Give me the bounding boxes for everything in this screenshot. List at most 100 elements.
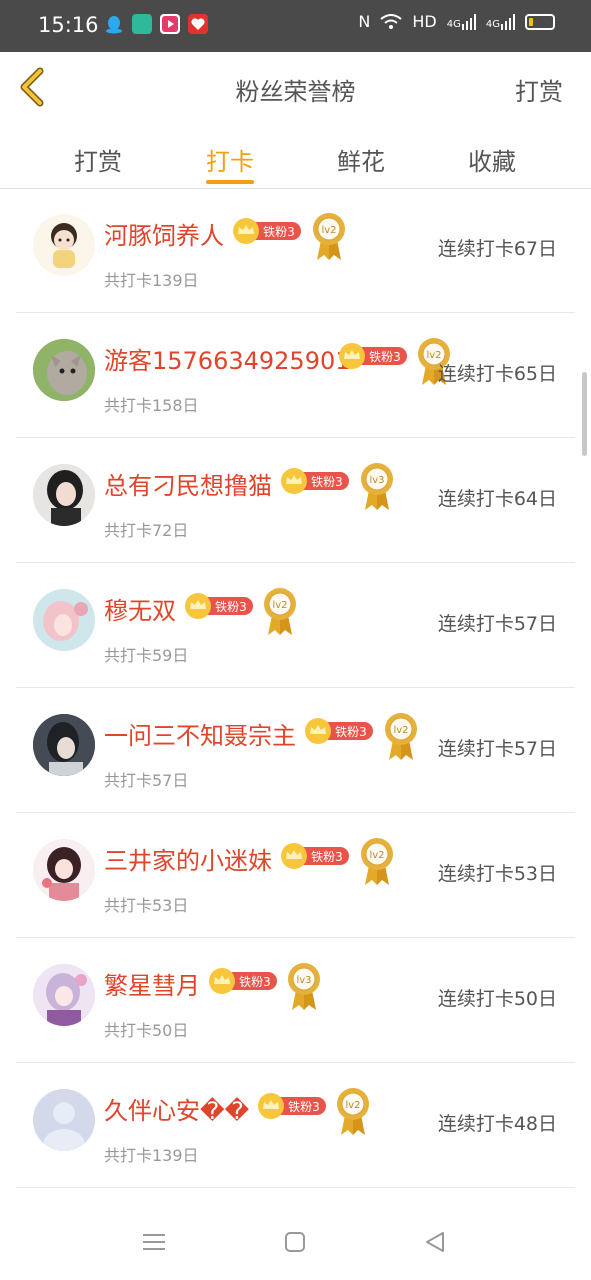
- hd-label: HD: [412, 12, 437, 31]
- fan-name[interactable]: 穆无双: [104, 591, 176, 626]
- fan-badge-label: 铁粉3: [239, 975, 271, 989]
- avatar[interactable]: [33, 964, 95, 1026]
- row-divider: [16, 1187, 575, 1188]
- tab-tip[interactable]: 打赏: [38, 142, 158, 177]
- signal-icon-1: 4G: [447, 13, 476, 30]
- total-checkin: 共打卡53日: [104, 896, 189, 915]
- avatar[interactable]: [33, 214, 95, 276]
- fan-badge-label: 铁粉3: [369, 350, 401, 364]
- fan-badge-icon: 铁粉3: [281, 468, 349, 494]
- list-item[interactable]: 河豚饲养人 铁粉3 lv2 共打卡139日 连续打卡67日: [0, 188, 591, 313]
- fan-badge-icon: 铁粉3: [258, 1093, 326, 1119]
- scrollbar[interactable]: [582, 372, 587, 456]
- level-medal-icon: lv2: [385, 713, 417, 760]
- streak-checkin: 连续打卡53日: [437, 863, 557, 885]
- avatar[interactable]: [33, 589, 95, 651]
- tab-flowers[interactable]: 鲜花: [301, 142, 421, 177]
- fan-badge-label: 铁粉3: [311, 475, 343, 489]
- notification-icons: [104, 14, 208, 34]
- streak-checkin: 连续打卡65日: [437, 363, 557, 385]
- fan-badge-label: 铁粉3: [288, 1100, 320, 1114]
- active-tab-indicator: [206, 180, 254, 184]
- top-nav-bar: 粉丝荣誉榜 打赏: [0, 52, 591, 123]
- status-time: 15:16: [38, 13, 99, 37]
- wifi-icon: [380, 13, 403, 29]
- fan-badge-label: 铁粉3: [215, 600, 247, 614]
- status-indicators: N HD 4G 4G: [358, 12, 555, 31]
- list-item[interactable]: 三井家的小迷妹 铁粉3 lv2 共打卡53日 连续打卡53日: [0, 813, 591, 938]
- default-avatar-icon: [33, 1089, 95, 1151]
- level-label: lv2: [393, 725, 408, 736]
- streak-checkin: 连续打卡67日: [437, 238, 557, 260]
- list-item[interactable]: 久伴心安�� 铁粉3 lv2 共打卡139日 连续打卡48日: [0, 1063, 591, 1188]
- status-bar: 15:16 N HD 4G 4G: [0, 0, 591, 52]
- level-label: lv2: [321, 225, 336, 236]
- fan-name[interactable]: 一问三不知聂宗主: [104, 716, 296, 751]
- fan-badge-icon: 铁粉3: [185, 593, 253, 619]
- list-item[interactable]: 游客1576634925901 铁粉3 lv2 共打卡158日 连续打卡65日: [0, 313, 591, 438]
- fan-badge-icon: 铁粉3: [305, 718, 373, 744]
- nfc-icon: N: [358, 12, 371, 31]
- fan-ranking-list: 河豚饲养人 铁粉3 lv2 共打卡139日 连续打卡67日 游客15766349…: [0, 188, 591, 1188]
- streak-checkin: 连续打卡48日: [437, 1113, 557, 1135]
- level-label: lv2: [272, 600, 287, 611]
- total-checkin: 共打卡57日: [104, 771, 189, 790]
- signal-icon-2: 4G: [486, 13, 515, 30]
- level-label: lv3: [296, 975, 311, 986]
- level-medal-icon: lv2: [313, 213, 345, 260]
- fan-name[interactable]: 河豚饲养人: [104, 216, 224, 251]
- list-item[interactable]: 一问三不知聂宗主 铁粉3 lv2 共打卡57日 连续打卡57日: [0, 688, 591, 813]
- fan-badge-icon: 铁粉3: [233, 218, 301, 244]
- list-item[interactable]: 繁星彗月 铁粉3 lv3 共打卡50日 连续打卡50日: [0, 938, 591, 1063]
- total-checkin: 共打卡158日: [104, 396, 199, 415]
- avatar[interactable]: [33, 1089, 95, 1151]
- level-label: lv2: [369, 850, 384, 861]
- fan-badge-label: 铁粉3: [335, 725, 367, 739]
- fan-badge-icon: 铁粉3: [209, 968, 277, 994]
- fan-name[interactable]: 三井家的小迷妹: [104, 841, 272, 876]
- fan-badge-label: 铁粉3: [263, 225, 295, 239]
- level-medal-icon: lv3: [361, 463, 393, 510]
- list-item[interactable]: 穆无双 铁粉3 lv2 共打卡59日 连续打卡57日: [0, 563, 591, 688]
- menu-icon[interactable]: [143, 1232, 165, 1252]
- list-item[interactable]: 总有刁民想撸猫 铁粉3 lv3 共打卡72日 连续打卡64日: [0, 438, 591, 563]
- fan-name[interactable]: 游客1576634925901: [104, 341, 351, 376]
- total-checkin: 共打卡139日: [104, 271, 199, 290]
- fan-name[interactable]: 久伴心安��: [104, 1091, 249, 1126]
- fan-badge-label: 铁粉3: [311, 850, 343, 864]
- tab-favorites[interactable]: 收藏: [432, 142, 552, 177]
- battery-icon: [525, 13, 555, 30]
- avatar[interactable]: [33, 839, 95, 901]
- home-icon[interactable]: [285, 1232, 305, 1252]
- streak-checkin: 连续打卡57日: [437, 738, 557, 760]
- level-medal-icon: lv2: [361, 838, 393, 885]
- back-triangle-icon[interactable]: [424, 1231, 446, 1253]
- total-checkin: 共打卡50日: [104, 1021, 189, 1040]
- avatar[interactable]: [33, 714, 95, 776]
- streak-checkin: 连续打卡57日: [437, 613, 557, 635]
- fan-name[interactable]: 总有刁民想撸猫: [104, 466, 272, 501]
- level-medal-icon: lv3: [288, 963, 320, 1010]
- video-app-icon: [160, 14, 180, 34]
- fan-name[interactable]: 繁星彗月: [104, 966, 200, 1001]
- page-title: 粉丝荣誉榜: [235, 78, 356, 106]
- tab-checkin[interactable]: 打卡: [170, 142, 290, 177]
- level-medal-icon: lv2: [337, 1088, 369, 1135]
- streak-checkin: 连续打卡64日: [437, 488, 557, 510]
- chat-app-icon: [132, 14, 152, 34]
- qq-app-icon: [104, 14, 124, 34]
- system-nav-bar: [0, 1200, 591, 1280]
- tab-bar: 打赏 打卡 鲜花 收藏: [0, 122, 591, 189]
- level-medal-icon: lv2: [264, 588, 296, 635]
- avatar[interactable]: [33, 339, 95, 401]
- level-label: lv2: [345, 1100, 360, 1111]
- total-checkin: 共打卡59日: [104, 646, 189, 665]
- total-checkin: 共打卡139日: [104, 1146, 199, 1165]
- avatar[interactable]: [33, 464, 95, 526]
- level-label: lv3: [369, 475, 384, 486]
- tip-button[interactable]: 打赏: [515, 72, 563, 107]
- total-checkin: 共打卡72日: [104, 521, 189, 540]
- streak-checkin: 连续打卡50日: [437, 988, 557, 1010]
- fan-badge-icon: 铁粉3: [281, 843, 349, 869]
- fan-badge-icon: 铁粉3: [339, 343, 407, 369]
